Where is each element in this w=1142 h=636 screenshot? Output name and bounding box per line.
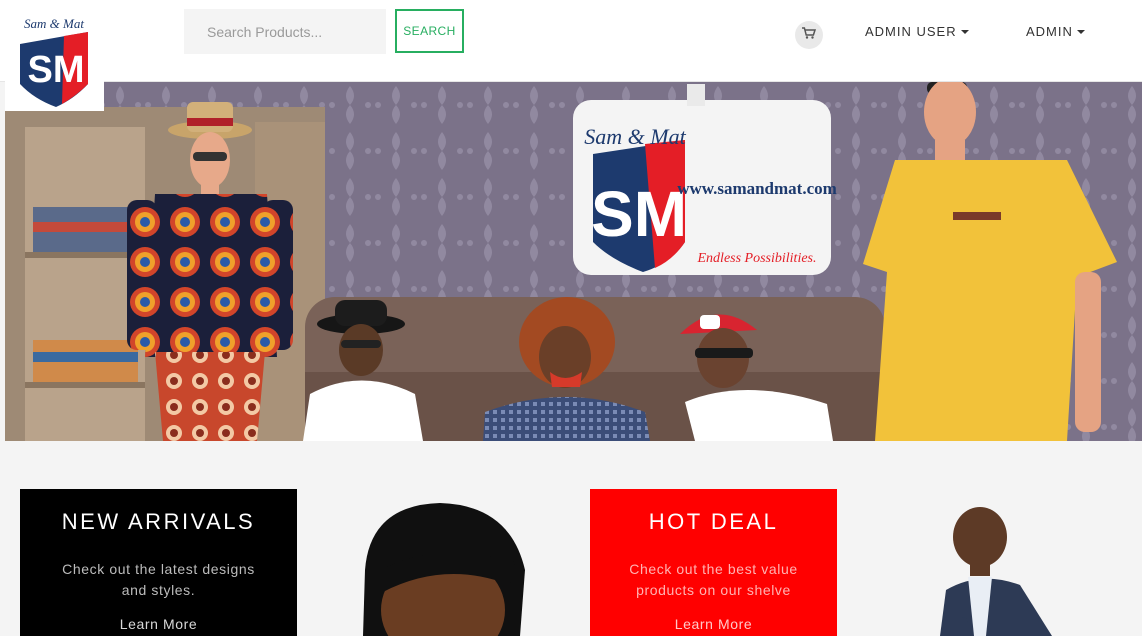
new-arrivals-text: Check out the latest designs and styles.	[62, 561, 255, 598]
search-button[interactable]: SEARCH	[395, 9, 464, 53]
caret-down-icon	[960, 29, 969, 34]
new-arrivals-card: NEW ARRIVALS Check out the latest design…	[20, 489, 297, 636]
admin-user-dropdown[interactable]: ADMIN USER	[865, 24, 969, 39]
hot-deal-card: HOT DEAL Check out the best value produc…	[590, 489, 837, 636]
admin-label: ADMIN	[1026, 24, 1073, 39]
caret-down-icon	[1076, 29, 1085, 34]
woman-portrait	[345, 500, 535, 636]
new-arrivals-title: NEW ARRIVALS	[61, 509, 256, 534]
shopping-cart-icon	[802, 26, 817, 44]
banner-tagline: Endless Possibilities.	[697, 251, 817, 266]
banner-logo-script: Sam & Mat	[584, 124, 686, 149]
banner-url: www.samandmat.com	[677, 179, 837, 198]
new-arrivals-learn-more-link[interactable]: Learn More	[20, 616, 297, 632]
search-input[interactable]	[184, 9, 386, 54]
admin-dropdown[interactable]: ADMIN	[1026, 24, 1085, 39]
hot-deal-learn-more-link[interactable]: Learn More	[590, 616, 837, 632]
man-portrait	[940, 505, 1060, 636]
cart-button[interactable]	[795, 21, 823, 49]
admin-user-label: ADMIN USER	[865, 24, 957, 39]
logo-letters: SM	[28, 49, 85, 91]
logo-script: Sam & Mat	[24, 16, 84, 31]
site-header: SEARCH ADMIN USER ADMIN	[0, 0, 1142, 82]
hot-deal-text: Check out the best value products on our…	[629, 561, 798, 598]
hero-banner: SM Sam & Mat www.samandmat.com Endless P…	[5, 82, 1142, 441]
hot-deal-title: HOT DEAL	[648, 509, 779, 534]
site-logo[interactable]: SM Sam & Mat	[5, 0, 104, 111]
hero-image: SM Sam & Mat www.samandmat.com Endless P…	[5, 82, 1142, 441]
banner-logo-letters: SM	[591, 178, 687, 250]
